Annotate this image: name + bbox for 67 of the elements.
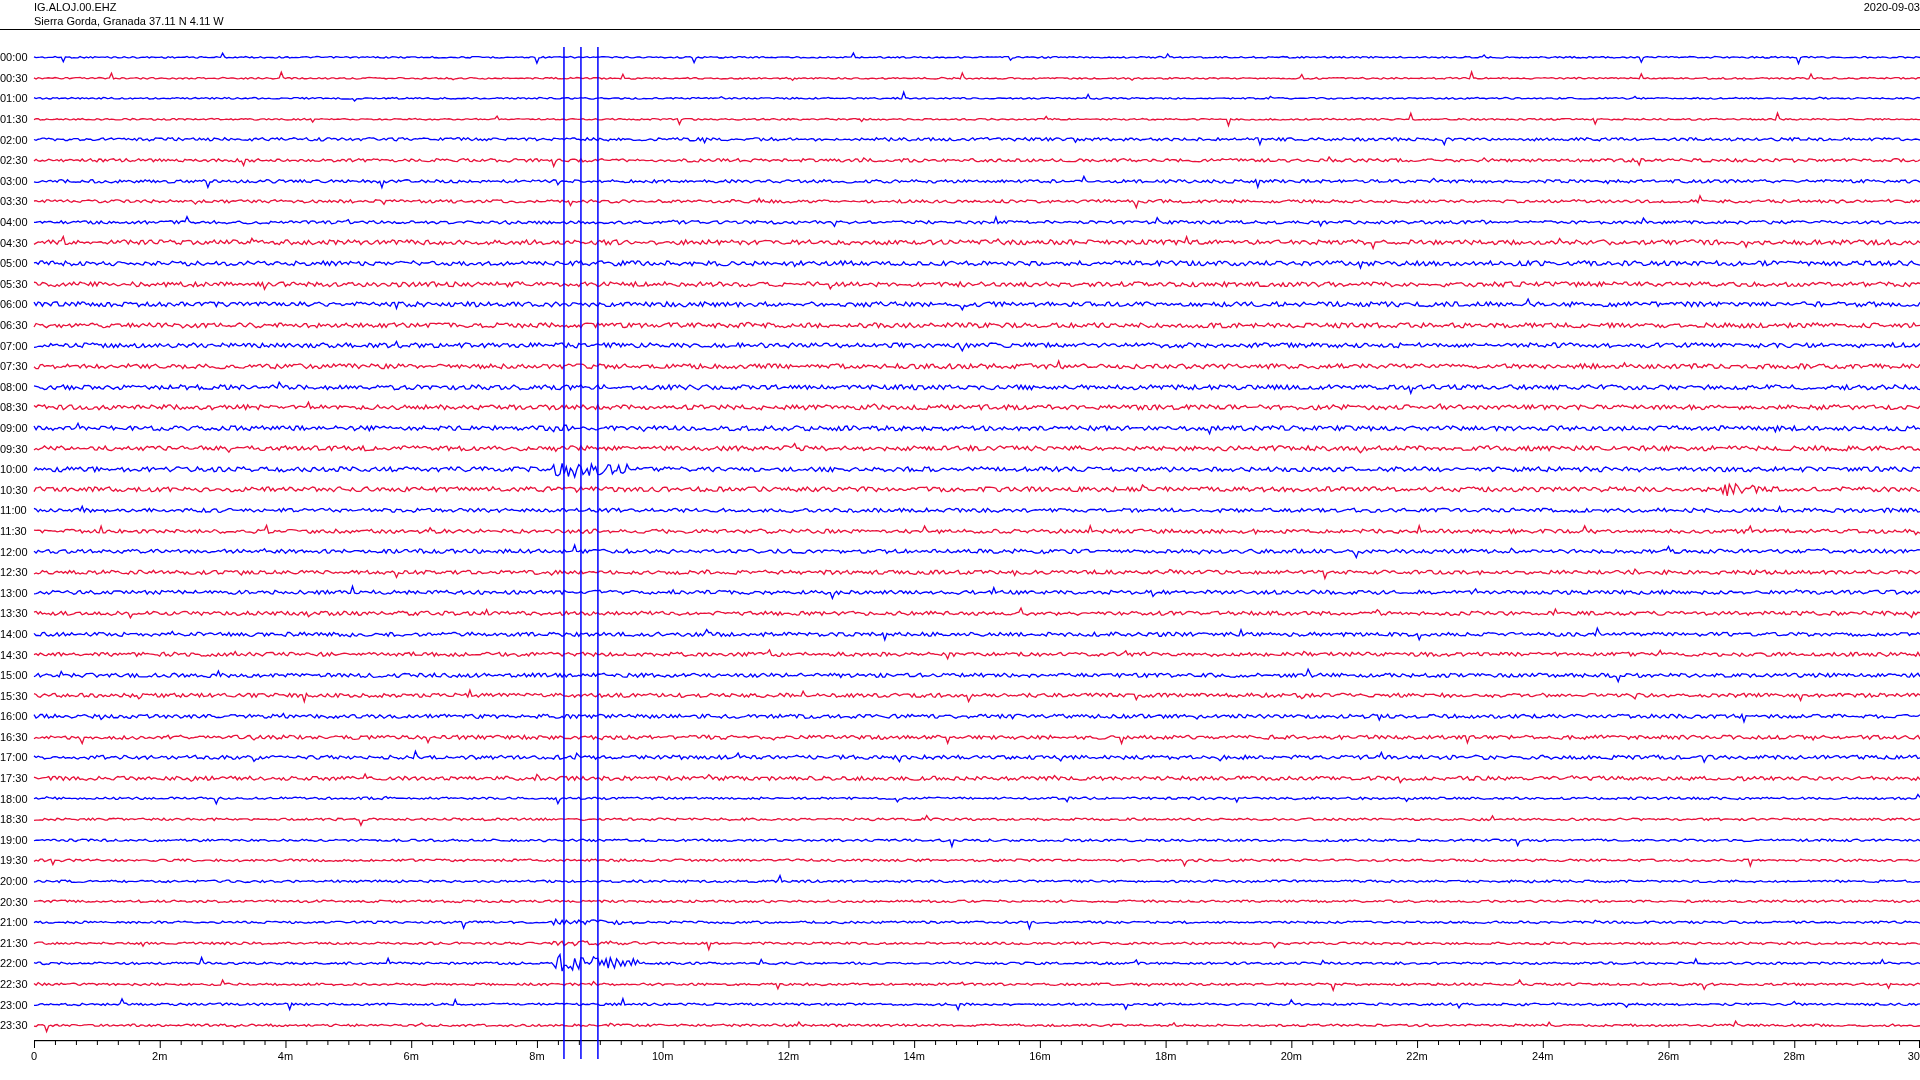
hour-label: 06:30	[0, 319, 29, 331]
hour-label: 00:30	[0, 71, 29, 84]
hour-label: 16:30	[0, 730, 29, 743]
hour-label: 17:00	[0, 751, 29, 764]
axis-tick-label: 14m	[903, 1049, 925, 1063]
hour-label: 21:30	[0, 936, 29, 949]
hour-label: 08:30	[0, 401, 29, 414]
hour-label: 09:00	[0, 422, 29, 434]
hour-label: 19:00	[0, 833, 29, 846]
hour-label: 04:00	[0, 216, 29, 229]
hour-label: 00:00	[0, 51, 29, 64]
hour-label: 12:30	[0, 566, 29, 579]
hour-label: 10:00	[0, 463, 29, 476]
axis-tick-label: 28m	[1783, 1049, 1805, 1063]
hour-label: 14:00	[0, 627, 29, 640]
hour-label: 04:30	[0, 236, 29, 249]
axis-tick-label: 12m	[777, 1049, 800, 1063]
hour-label: 18:30	[0, 813, 29, 826]
hour-label: 02:30	[0, 154, 29, 167]
hour-label: 19:30	[0, 854, 29, 867]
hour-label: 17:30	[0, 772, 29, 785]
hour-label: 07:30	[0, 360, 29, 373]
hour-label: 16:00	[0, 710, 29, 723]
hour-label: 01:00	[0, 92, 29, 105]
axis-tick-label: 20m	[1280, 1049, 1303, 1063]
axis-tick-label: 16m	[1029, 1049, 1051, 1063]
hour-label: 14:30	[0, 648, 29, 661]
hour-label: 03:00	[0, 174, 29, 187]
plot-date: 2020-09-03	[1863, 0, 1920, 15]
hour-label: 10:30	[0, 483, 29, 496]
hour-label: 08:00	[0, 380, 29, 393]
hour-label: 02:00	[0, 133, 29, 146]
axis-tick-label: 18m	[1154, 1049, 1177, 1063]
hour-label: 12:00	[0, 545, 29, 558]
axis-tick-label: 6m	[403, 1049, 419, 1063]
hour-label: 22:00	[0, 957, 29, 970]
hour-label: 07:00	[0, 339, 29, 352]
hour-label: 22:30	[0, 978, 29, 990]
axis-tick-label: 30	[1907, 1049, 1920, 1063]
hour-label: 01:30	[0, 113, 29, 126]
hour-label: 15:00	[0, 669, 29, 682]
hour-label: 15:30	[0, 689, 29, 702]
hour-label: 20:00	[0, 875, 29, 888]
hour-label: 13:00	[0, 586, 29, 599]
axis-tick-label: 26m	[1657, 1049, 1680, 1063]
axis-tick-label: 2m	[152, 1049, 168, 1063]
axis-tick-label: 0	[31, 1049, 38, 1063]
hour-label: 18:00	[0, 792, 29, 805]
hour-label: 05:30	[0, 277, 29, 290]
axis-tick-label: 4m	[277, 1049, 294, 1063]
hour-label: 20:30	[0, 895, 29, 908]
hour-label: 23:00	[0, 998, 29, 1011]
axis-tick-label: 10m	[651, 1049, 674, 1063]
station-location: Sierra Gorda, Granada 37.11 N 4.11 W	[34, 14, 224, 28]
hour-label: 21:00	[0, 916, 29, 929]
axis-tick-label: 22m	[1406, 1049, 1428, 1063]
hour-label: 11:00	[0, 504, 28, 517]
hour-label: 05:00	[0, 257, 29, 270]
hour-label: 11:30	[0, 524, 28, 537]
axis-tick-label: 8m	[529, 1049, 545, 1063]
station-code: IG.ALOJ.00.EHZ	[34, 0, 118, 14]
axis-tick-label: 24m	[1532, 1049, 1554, 1063]
hour-label: 13:30	[0, 607, 29, 620]
hour-label: 09:30	[0, 442, 29, 455]
hour-label: 23:30	[0, 1019, 29, 1032]
hour-label: 03:30	[0, 195, 29, 208]
hour-label: 06:00	[0, 298, 29, 311]
